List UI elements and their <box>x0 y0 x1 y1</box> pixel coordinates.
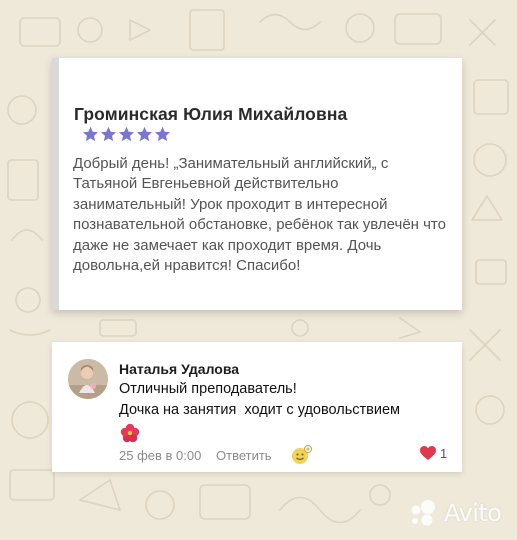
heart-icon <box>420 446 436 460</box>
avatar-photo <box>68 359 108 399</box>
rating-stars <box>82 126 171 144</box>
comment-text-line: Отличный преподаватель! <box>119 381 297 397</box>
avatar[interactable] <box>68 359 108 399</box>
like-button[interactable]: 1 <box>420 446 447 461</box>
review-card-accent-bar <box>52 58 59 310</box>
star-icon <box>100 126 117 142</box>
comment-author-name[interactable]: Наталья Удалова <box>119 361 239 377</box>
reply-button[interactable]: Ответить <box>216 448 272 463</box>
comment-date: 25 фев в 0:00 <box>119 448 202 463</box>
star-icon <box>82 126 99 142</box>
avito-logo-icon <box>411 500 435 526</box>
star-icon <box>136 126 153 142</box>
avito-watermark-text: Avito <box>444 499 502 527</box>
star-icon <box>118 126 135 142</box>
review-card: Громинская Юлия Михайловна Добрый день! … <box>52 58 462 310</box>
comment-card: Наталья Удалова Отличный преподаватель! … <box>52 342 462 472</box>
hibiscus-emoji-icon <box>120 423 140 443</box>
avito-watermark: Avito <box>408 498 502 528</box>
add-reaction-icon[interactable] <box>290 445 312 465</box>
like-count: 1 <box>440 446 448 461</box>
review-author-name: Громинская Юлия Михайловна <box>74 104 348 124</box>
star-icon <box>154 126 171 142</box>
review-text: Добрый день! „Занимательный английский„ … <box>73 155 446 275</box>
comment-text-line: Дочка на занятия ходит с удовольствием <box>119 402 401 418</box>
